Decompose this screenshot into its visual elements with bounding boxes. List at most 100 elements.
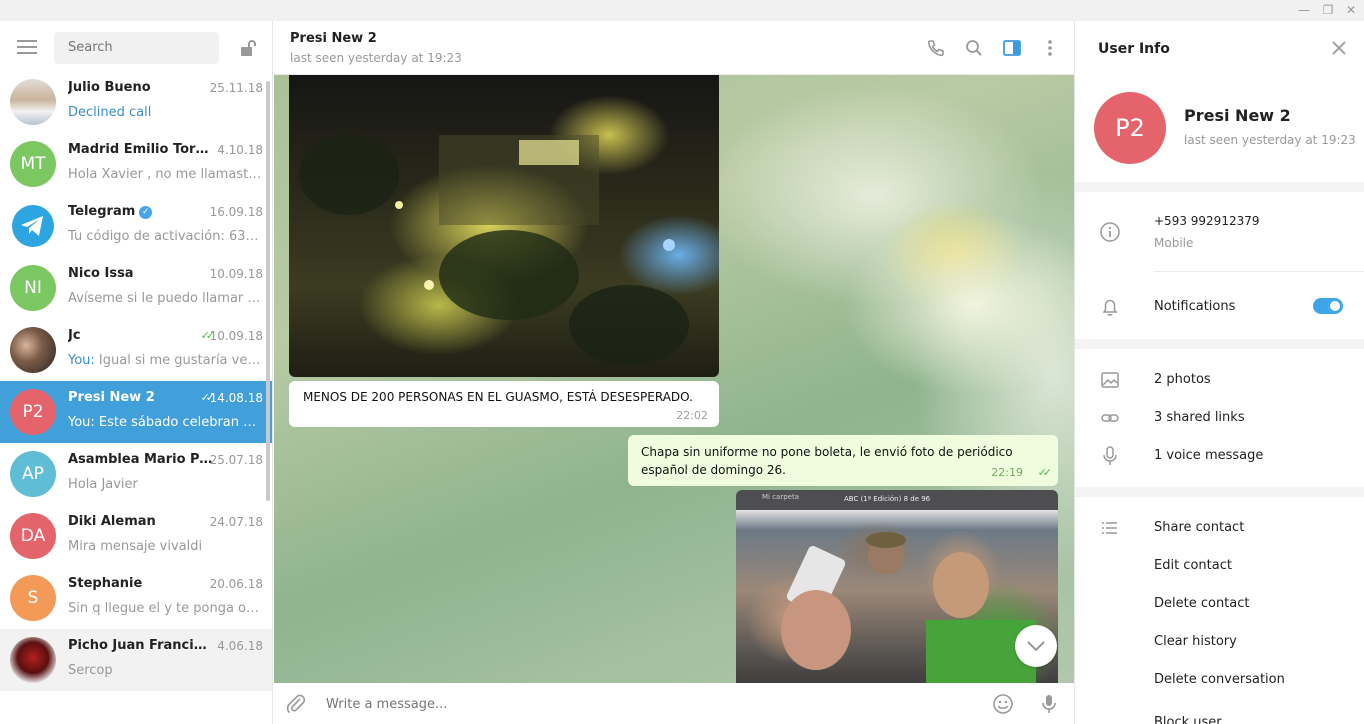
chat-list-item[interactable]: Julio Bueno 25.11.18 Declined call: [0, 71, 272, 133]
sidebar-header: [0, 21, 272, 75]
shared-links-link[interactable]: 3 shared links: [1154, 410, 1245, 425]
shared-photos-link[interactable]: 2 photos: [1154, 372, 1211, 387]
avatar: P2: [10, 389, 56, 435]
chat-date: 10.09.18: [209, 329, 263, 343]
window-titlebar: — ❐ ✕: [0, 0, 1364, 21]
chat-list-item-selected[interactable]: P2 Presi New 2 ✓✓ 14.08.18 You: Este sáb…: [0, 381, 272, 443]
conversation-header: Presi New 2 last seen yesterday at 19:23: [274, 21, 1074, 75]
divider: [1075, 339, 1364, 349]
avatar: [10, 637, 56, 683]
panel-title: User Info: [1098, 41, 1170, 57]
chat-date: 20.06.18: [209, 577, 263, 591]
peer-status: last seen yesterday at 19:23: [290, 51, 462, 65]
chat-preview: You: Igual si me gustaría verlo s…: [68, 353, 263, 368]
profile-avatar[interactable]: P2: [1094, 92, 1166, 164]
chat-preview: Tu código de activación: 63664 …: [68, 229, 263, 244]
chat-name: Telegram ✓: [68, 204, 153, 219]
divider: [1075, 487, 1364, 497]
emoji-icon[interactable]: [992, 693, 1014, 715]
chat-list-item[interactable]: MT Madrid Emilio Torres 4.10.18 Hola Xav…: [0, 133, 272, 195]
block-user-button[interactable]: Block user: [1154, 715, 1222, 724]
chat-name: Picho Juan Francisco: [68, 638, 213, 653]
attach-icon[interactable]: [285, 693, 307, 715]
scroll-to-bottom-button[interactable]: [1015, 625, 1057, 667]
chat-name: Presi New 2: [68, 390, 155, 405]
chat-name: Nico Issa: [68, 266, 134, 281]
message-text: Chapa sin uniforme no pone boleta, le en…: [641, 445, 1013, 477]
message-input[interactable]: [326, 691, 976, 717]
photo-icon: [1101, 372, 1119, 388]
chat-list: AP 👌👌 Julio Bueno 25.11.18 Declined call…: [0, 21, 272, 691]
avatar: S: [10, 575, 56, 621]
chat-list-item[interactable]: AP Asamblea Mario Paz… 25.07.18 Hola Jav…: [0, 443, 272, 505]
notifications-toggle[interactable]: [1313, 298, 1343, 314]
photo-folder: Mi carpeta: [762, 493, 800, 501]
photo-caption: ABC (1ª Edición) 8 de 96: [844, 495, 931, 503]
hamburger-menu-icon[interactable]: [17, 40, 37, 56]
chat-list-item[interactable]: Jc ✓✓ 10.09.18 You: Igual si me gustaría…: [0, 319, 272, 381]
bell-icon: [1102, 299, 1118, 316]
chat-date: 25.07.18: [209, 453, 263, 467]
chat-name: Diki Aleman: [68, 514, 156, 529]
microphone-icon[interactable]: [1038, 693, 1060, 715]
avatar: AP: [10, 451, 56, 497]
verified-icon: ✓: [139, 206, 153, 219]
unlock-icon[interactable]: [238, 38, 258, 58]
chat-preview: Avíseme si le puedo llamar por …: [68, 291, 263, 306]
microphone-icon: [1103, 446, 1117, 465]
restore-icon[interactable]: ❐: [1320, 2, 1336, 18]
message-composer: [274, 683, 1074, 724]
search-input[interactable]: [54, 32, 219, 64]
phone-call-icon[interactable]: [926, 38, 946, 58]
chat-list-item[interactable]: DA Diki Aleman 24.07.18 Mira mensaje viv…: [0, 505, 272, 567]
chat-list-item[interactable]: NI Nico Issa 10.09.18 Avíseme si le pued…: [0, 257, 272, 319]
list-icon: [1102, 522, 1117, 534]
avatar: MT: [10, 141, 56, 187]
info-icon: [1100, 222, 1120, 242]
chat-name: Jc: [68, 328, 81, 343]
close-window-icon[interactable]: ✕: [1343, 2, 1359, 18]
peer-name[interactable]: Presi New 2: [290, 31, 377, 46]
chat-date: 24.07.18: [209, 515, 263, 529]
message-photo[interactable]: [289, 75, 719, 377]
profile-name: Presi New 2: [1184, 106, 1291, 125]
message-text: MENOS DE 200 PERSONAS EN EL GUASMO, ESTÁ…: [303, 390, 693, 404]
search-icon[interactable]: [964, 38, 984, 58]
phone-number[interactable]: +593 992912379: [1154, 214, 1260, 228]
chat-list-item[interactable]: Picho Juan Francisco 4.06.18 Sercop: [0, 629, 272, 691]
outgoing-message[interactable]: Chapa sin uniforme no pone boleta, le en…: [628, 435, 1058, 486]
chat-date: 10.09.18: [209, 267, 263, 281]
telegram-logo-icon: [10, 203, 56, 249]
message-time: 22:19: [991, 466, 1023, 479]
chat-list-item[interactable]: S Stephanie 20.06.18 Sin q llegue el y t…: [0, 567, 272, 629]
chat-date: 25.11.18: [209, 81, 263, 95]
chat-preview: Sercop: [68, 663, 113, 678]
chat-name: Asamblea Mario Paz…: [68, 452, 213, 467]
minimize-icon[interactable]: —: [1296, 2, 1312, 18]
link-icon: [1101, 414, 1119, 422]
share-contact-button[interactable]: Share contact: [1154, 520, 1244, 535]
delete-conversation-button[interactable]: Delete conversation: [1154, 672, 1285, 687]
delete-contact-button[interactable]: Delete contact: [1154, 596, 1250, 611]
chat-name: Julio Bueno: [68, 80, 151, 95]
chat-list-item[interactable]: Telegram ✓ 16.09.18 Tu código de activaci…: [0, 195, 272, 257]
outgoing-photo[interactable]: Mi carpeta ABC (1ª Edición) 8 de 96: [736, 490, 1058, 683]
avatar: NI: [10, 265, 56, 311]
more-options-icon[interactable]: [1040, 38, 1060, 58]
divider: [1154, 271, 1364, 272]
clear-history-button[interactable]: Clear history: [1154, 634, 1237, 649]
divider: [1075, 182, 1364, 192]
photo-toolbar: Mi carpeta ABC (1ª Edición) 8 de 96: [736, 490, 1058, 510]
chat-preview: Hola Xavier , no me llamaste y …: [68, 167, 263, 182]
edit-contact-button[interactable]: Edit contact: [1154, 558, 1232, 573]
close-icon[interactable]: [1330, 39, 1348, 57]
chat-list-scrollbar[interactable]: [266, 81, 270, 501]
chat-name: Stephanie: [68, 576, 143, 591]
chat-date: 4.10.18: [217, 143, 263, 157]
chat-preview: You: Este sábado celebran 4 a…: [68, 415, 263, 430]
voice-messages-link[interactable]: 1 voice message: [1154, 448, 1263, 463]
info-panel-toggle-icon[interactable]: [1002, 38, 1022, 58]
incoming-message[interactable]: MENOS DE 200 PERSONAS EN EL GUASMO, ESTÁ…: [289, 381, 719, 427]
conversation-panel: Presi New 2 last seen yesterday at 19:23: [274, 21, 1074, 724]
profile-status: last seen yesterday at 19:23: [1184, 133, 1356, 147]
